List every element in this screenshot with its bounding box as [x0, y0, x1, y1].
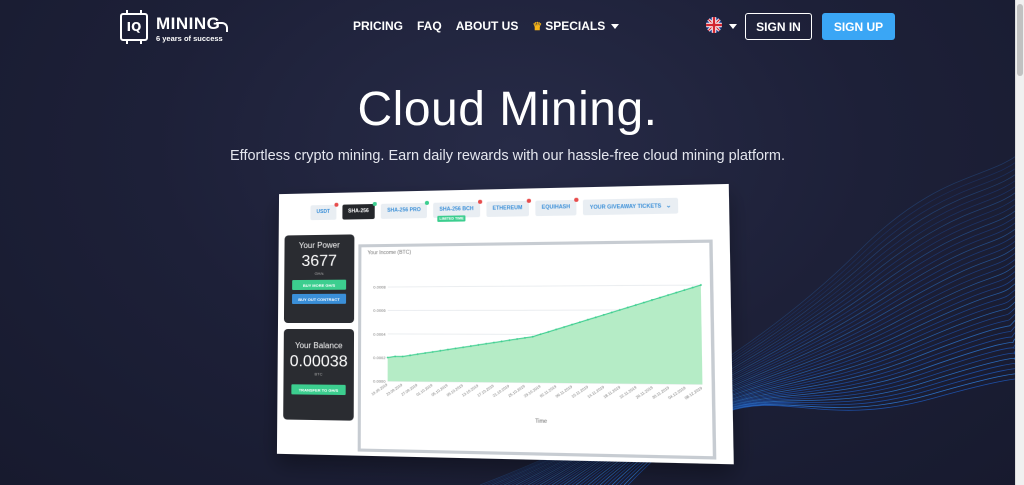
logo-tagline: 6 years of success	[156, 34, 223, 43]
data-point	[454, 347, 457, 350]
chevron-down-icon: ⌄	[665, 203, 672, 210]
status-dot	[334, 202, 339, 207]
crown-icon: ♛	[532, 20, 543, 33]
transfer-button: TRANSFER TO GH/S	[291, 384, 346, 396]
balance-value: 0.00038	[289, 353, 348, 371]
tab-label: USDT	[316, 208, 331, 216]
tab-sha256: SHA-256	[342, 201, 377, 220]
data-point	[500, 340, 503, 343]
y-tick-label: 0.0002	[373, 355, 385, 360]
data-point	[386, 356, 389, 359]
status-dot	[477, 199, 483, 204]
site-logo[interactable]: IQ MINING 6 years of success	[120, 10, 230, 44]
data-point	[416, 353, 419, 356]
buy-out-contract-button: BUY OUT CONTRACT	[292, 293, 347, 305]
data-point	[439, 349, 442, 352]
power-unit: GH/s	[314, 270, 324, 276]
data-point	[547, 330, 550, 333]
data-point	[594, 316, 597, 319]
hero-title: Cloud Mining.	[357, 83, 658, 136]
power-panel: Your Power 3677 GH/s BUY MORE GH/S BUY O…	[283, 234, 355, 323]
data-point	[492, 341, 495, 344]
status-dot	[424, 200, 430, 205]
logo-tail-decoration	[216, 22, 228, 32]
tab-label: SHA-256 PRO	[387, 207, 421, 214]
data-point	[409, 354, 412, 357]
tab-sha256-pro: SHA-256 PRO	[381, 200, 430, 219]
nav-specials[interactable]: ♛ SPECIALS	[532, 19, 620, 33]
data-point	[523, 336, 526, 339]
chart-title: Your Income (BTC)	[367, 249, 412, 257]
nav-specials-label: SPECIALS	[545, 19, 606, 33]
balance-panel: Your Balance 0.00038 BTC TRANSFER TO GH/…	[283, 329, 355, 421]
x-axis-label: Time	[535, 418, 547, 425]
grid-line	[388, 285, 701, 287]
data-point	[531, 335, 534, 338]
nav-about-us[interactable]: ABOUT US	[456, 19, 519, 33]
income-chart: Your Income (BTC) 0.0000 0.0002 0.0004 0.00…	[357, 239, 717, 460]
tab-usdt: USDT	[310, 202, 339, 221]
data-point	[431, 350, 434, 353]
tab-label: SHA-256 BCH	[439, 206, 474, 213]
sign-in-button[interactable]: SIGN IN	[745, 13, 812, 40]
income-area	[387, 285, 703, 385]
dashboard-screen: USDT SHA-256 SHA-256 PRO SHA-256 BCH LIMI…	[276, 183, 734, 465]
y-tick-label: 0.0004	[373, 331, 386, 336]
tab-sha256-bch: SHA-256 BCH LIMITED TIME	[433, 199, 483, 222]
data-point	[424, 352, 427, 354]
chip-logo-icon: IQ	[120, 10, 148, 44]
logo-brand-text: MINING	[156, 14, 221, 33]
language-chevron-down-icon[interactable]	[729, 24, 737, 29]
tab-giveaway-tickets: YOUR GIVEAWAY TICKETS ⌄	[583, 197, 679, 216]
tab-label: EQUIHASH	[541, 204, 571, 211]
data-point	[477, 343, 480, 346]
main-nav: PRICING FAQ ABOUT US ♛ SPECIALS	[353, 19, 620, 33]
power-title: Your Power	[298, 240, 340, 251]
tab-label: SHA-256	[348, 208, 369, 215]
power-value: 3677	[301, 252, 338, 271]
data-point	[446, 348, 449, 351]
tab-label: YOUR GIVEAWAY TICKETS	[589, 202, 662, 211]
status-dot	[372, 201, 377, 207]
data-point	[469, 345, 472, 348]
data-point	[586, 318, 589, 321]
hero-subtitle: Effortless crypto mining. Earn daily rew…	[230, 148, 785, 164]
tab-label: ETHEREUM	[492, 205, 523, 212]
x-tick-label: 08.12.2019	[684, 386, 703, 401]
data-point	[462, 346, 465, 349]
status-dot	[574, 197, 579, 202]
data-point	[516, 338, 519, 340]
data-point	[539, 333, 542, 336]
uk-flag-icon[interactable]	[706, 17, 722, 33]
tab-ethereum: ETHEREUM	[486, 198, 531, 218]
nav-pricing[interactable]: PRICING	[353, 19, 403, 33]
scrollbar-thumb[interactable]	[1017, 4, 1023, 76]
sign-up-button[interactable]: SIGN UP	[822, 13, 895, 40]
algorithm-tabs: USDT SHA-256 SHA-256 PRO SHA-256 BCH LIMI…	[310, 197, 679, 222]
data-point	[508, 339, 511, 342]
buy-more-button: BUY MORE GH/S	[292, 279, 347, 291]
dashboard-preview: USDT SHA-256 SHA-256 PRO SHA-256 BCH LIMI…	[276, 183, 734, 465]
limited-time-badge: LIMITED TIME	[437, 215, 466, 222]
data-point	[394, 355, 397, 358]
data-point	[578, 321, 581, 324]
data-point	[563, 326, 566, 328]
data-point	[555, 328, 558, 331]
balance-unit: BTC	[314, 371, 323, 377]
chevron-down-icon	[611, 23, 620, 29]
data-point	[570, 323, 573, 326]
page-scrollbar[interactable]	[1015, 0, 1024, 485]
income-chart-svg: 0.00000.00020.00040.00060.000819.09.2019…	[371, 243, 713, 425]
y-tick-label: 0.0006	[373, 308, 386, 313]
status-dot	[526, 198, 531, 203]
balance-title: Your Balance	[294, 341, 343, 351]
tab-equihash: EQUIHASH	[535, 197, 579, 217]
data-point	[401, 355, 404, 358]
y-tick-label: 0.0008	[373, 284, 386, 289]
data-point	[485, 342, 488, 345]
nav-faq[interactable]: FAQ	[417, 19, 442, 33]
